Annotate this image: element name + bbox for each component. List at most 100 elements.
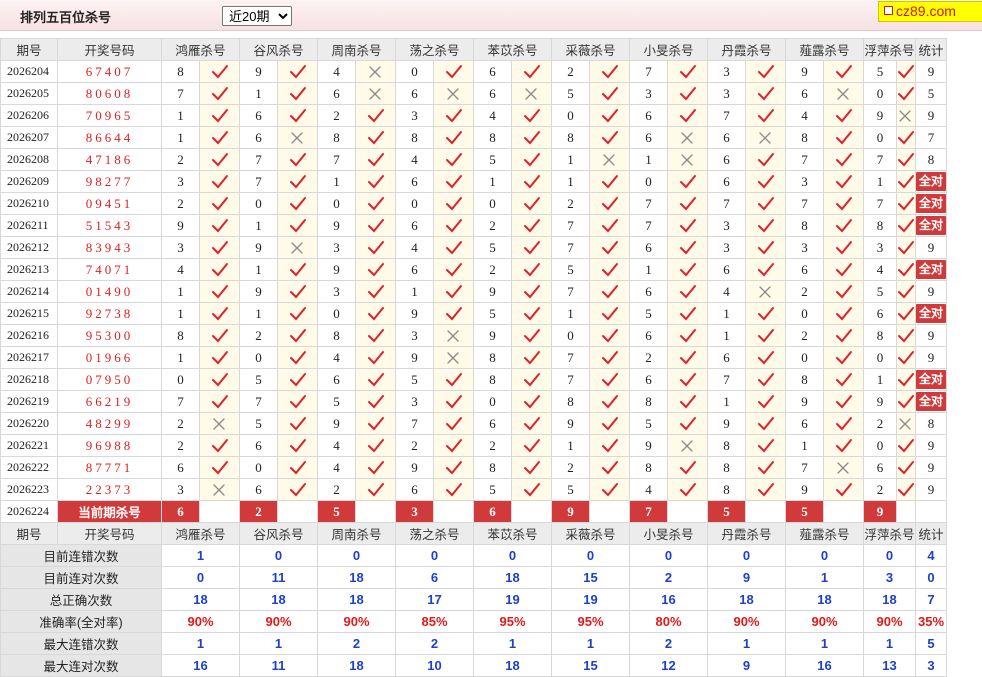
stat-value: 18: [473, 566, 552, 589]
pick-cell: 1: [629, 258, 668, 281]
cross-icon: [836, 462, 849, 474]
pick-cell: 2: [551, 456, 590, 479]
check-icon: [679, 262, 696, 277]
table-row: 2026208 47186 2 7 7 4 5 1 1 6 7 7 8: [0, 148, 947, 171]
draw-number-cell: 86644: [57, 126, 162, 149]
check-icon: [523, 240, 540, 255]
stat-value: 2: [395, 632, 474, 655]
result-mark-cell: [667, 434, 708, 457]
issue-cell: 2026221: [0, 434, 58, 457]
pick-cell: 6: [785, 258, 824, 281]
pick-cell: 6: [395, 478, 434, 501]
issue-cell: 2026207: [0, 126, 58, 149]
result-mark-cell: [355, 346, 396, 369]
result-mark-cell: [823, 346, 864, 369]
result-mark-cell: [277, 478, 318, 501]
period-select[interactable]: 近20期: [222, 6, 292, 26]
check-icon: [898, 372, 914, 387]
result-mark-cell: [355, 60, 396, 83]
pick-cell: 0: [785, 302, 824, 325]
pick-cell: 2: [239, 324, 278, 347]
result-mark-cell: [896, 412, 916, 435]
result-mark-cell: [199, 258, 240, 281]
pick-cell: 1: [551, 148, 590, 171]
result-mark-cell: [667, 126, 708, 149]
check-icon: [367, 284, 384, 299]
pick-cell: 6: [317, 82, 356, 105]
logo-mark-icon: [884, 6, 893, 15]
check-icon: [367, 152, 384, 167]
pick-cell: 9: [239, 280, 278, 303]
pick-cell: 7: [707, 192, 746, 215]
check-icon: [757, 152, 774, 167]
result-mark-cell: [433, 456, 474, 479]
check-icon: [523, 284, 540, 299]
header-total: 统计: [915, 38, 947, 61]
pick-cell: 4: [395, 236, 434, 259]
result-mark-cell: [823, 368, 864, 391]
result-mark-cell: [511, 170, 552, 193]
check-icon: [367, 482, 384, 497]
pick-cell: 9: [707, 412, 746, 435]
pick-cell: 7: [551, 236, 590, 259]
pick-cell: 6: [629, 368, 668, 391]
result-mark-cell: [823, 148, 864, 171]
check-icon: [601, 174, 618, 189]
pick-cell: 5: [629, 302, 668, 325]
result-mark-cell: [277, 346, 318, 369]
check-icon: [679, 328, 696, 343]
result-mark-cell: [823, 434, 864, 457]
result-mark-cell: [667, 236, 708, 259]
result-mark-cell: [199, 390, 240, 413]
pick-cell: 3: [317, 280, 356, 303]
result-mark-cell: [355, 104, 396, 127]
result-mark-cell: [745, 390, 786, 413]
check-icon: [445, 482, 462, 497]
result-mark-cell: [199, 104, 240, 127]
check-icon: [679, 306, 696, 321]
issue-cell: 2026216: [0, 324, 58, 347]
table-row: 2026221 96988 2 6 4 2 2 1 9 8 1 0 9: [0, 434, 947, 457]
site-logo[interactable]: cz89.com: [878, 1, 982, 22]
header-expert: 周南杀号: [317, 38, 396, 61]
result-mark-cell: [199, 60, 240, 83]
check-icon: [679, 350, 696, 365]
pick-cell: 4: [317, 60, 356, 83]
header-expert: 苯苡杀号: [473, 522, 552, 545]
result-mark-cell: [589, 324, 630, 347]
pick-cell: 1: [551, 434, 590, 457]
check-icon: [367, 306, 384, 321]
header-expert: 鸿雁杀号: [161, 38, 240, 61]
check-icon: [898, 130, 914, 145]
stat-value: 3: [863, 566, 916, 589]
pick-cell: 8: [473, 368, 512, 391]
check-icon: [211, 86, 228, 101]
pick-cell: 8: [473, 346, 512, 369]
check-icon: [211, 460, 228, 475]
stat-row: 最大连对次数 16 11 18 10 18 15 12 9 16 13 3: [0, 654, 947, 677]
stat-value: 95%: [551, 610, 630, 633]
check-icon: [757, 108, 774, 123]
check-icon: [757, 328, 774, 343]
result-mark-cell: [199, 192, 240, 215]
draw-number-cell: 48299: [57, 412, 162, 435]
header-expert: 采薇杀号: [551, 522, 630, 545]
cross-icon: [758, 132, 771, 144]
pick-cell: 3: [317, 236, 356, 259]
header-expert: 鸿雁杀号: [161, 522, 240, 545]
table-row: 2026209 98277 3 7 1 6 1 1 0 6 3 1 全对: [0, 170, 947, 193]
stat-row: 目前连对次数 0 11 18 6 18 15 2 9 1 3 0: [0, 566, 947, 589]
check-icon: [679, 196, 696, 211]
empty-cell: [277, 500, 318, 523]
check-icon: [898, 64, 914, 79]
total-cell: 全对: [915, 258, 947, 281]
cross-icon: [680, 132, 693, 144]
stat-row: 最大连错次数 1 1 2 2 1 1 2 1 1 1 5: [0, 632, 947, 655]
pick-cell: 6: [395, 214, 434, 237]
pick-cell: 6: [629, 104, 668, 127]
result-mark-cell: [199, 434, 240, 457]
stat-row: 总正确次数 18 18 18 17 19 19 16 18 18 18 7: [0, 588, 947, 611]
check-icon: [835, 196, 852, 211]
result-mark-cell: [511, 412, 552, 435]
result-mark-cell: [745, 280, 786, 303]
